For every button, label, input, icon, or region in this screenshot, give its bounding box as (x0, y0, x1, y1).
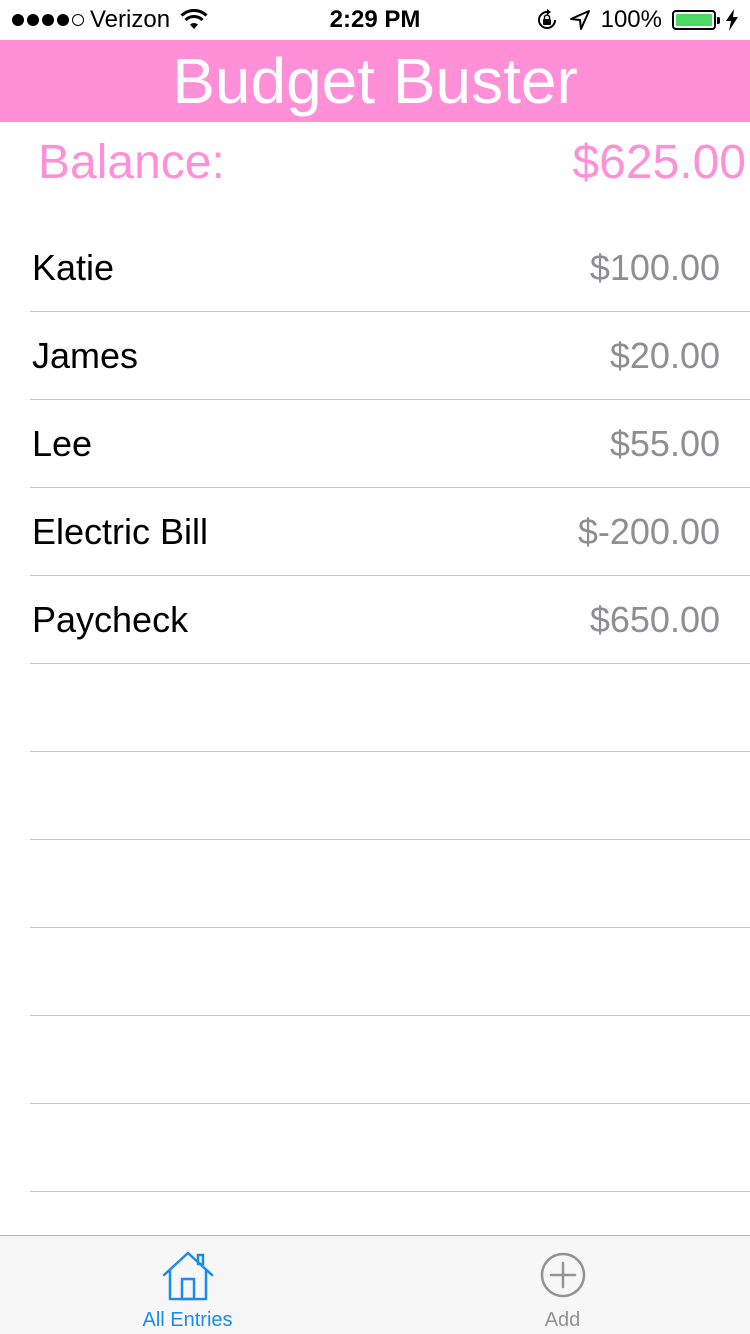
location-arrow-icon (569, 10, 590, 30)
status-bar: Verizon 2:29 PM 100% (0, 0, 750, 40)
balance-amount: $625.00 (572, 136, 746, 189)
table-row[interactable]: James $20.00 (0, 312, 750, 400)
title-bar: Budget Buster (0, 40, 750, 122)
battery-nub (717, 17, 720, 24)
table-row[interactable]: Lee $55.00 (0, 400, 750, 488)
entry-amount: $55.00 (609, 423, 720, 464)
tab-all-entries[interactable]: All Entries (0, 1236, 375, 1334)
tab-label: All Entries (142, 1309, 233, 1331)
entry-amount: $100.00 (589, 247, 720, 288)
entry-name: Lee (32, 423, 93, 464)
entry-name: Katie (32, 247, 115, 288)
tab-add[interactable]: Add (375, 1236, 750, 1334)
charging-bolt-icon (726, 9, 738, 31)
battery-level-fill (676, 14, 712, 26)
table-row[interactable] (0, 1016, 750, 1104)
house-icon (162, 1251, 213, 1301)
table-row[interactable] (0, 664, 750, 752)
entry-name: Paycheck (32, 599, 189, 640)
entry-amount: $-200.00 (577, 511, 720, 552)
table-row[interactable] (0, 1104, 750, 1192)
row-separator (30, 1191, 750, 1192)
entry-name: Electric Bill (32, 511, 209, 552)
balance-label: Balance: (38, 136, 225, 189)
tab-bar: All Entries Add (0, 1235, 750, 1334)
app-title: Budget Buster (172, 45, 578, 117)
table-row[interactable] (0, 928, 750, 1016)
entry-amount: $20.00 (609, 335, 720, 376)
battery-percentage: 100% (600, 6, 662, 33)
status-right: 100% (535, 6, 738, 34)
table-row[interactable] (0, 840, 750, 928)
table-row[interactable]: Katie $100.00 (0, 224, 750, 312)
add-circle-icon (540, 1252, 585, 1298)
entry-amount: $650.00 (589, 599, 720, 640)
table-row[interactable]: Paycheck $650.00 (0, 576, 750, 664)
table-row[interactable] (0, 752, 750, 840)
table-row[interactable]: Electric Bill $-200.00 (0, 488, 750, 576)
orientation-lock-icon (537, 9, 556, 29)
entry-name: James (32, 335, 139, 376)
battery-icon (672, 10, 720, 30)
tab-label: Add (544, 1309, 581, 1331)
